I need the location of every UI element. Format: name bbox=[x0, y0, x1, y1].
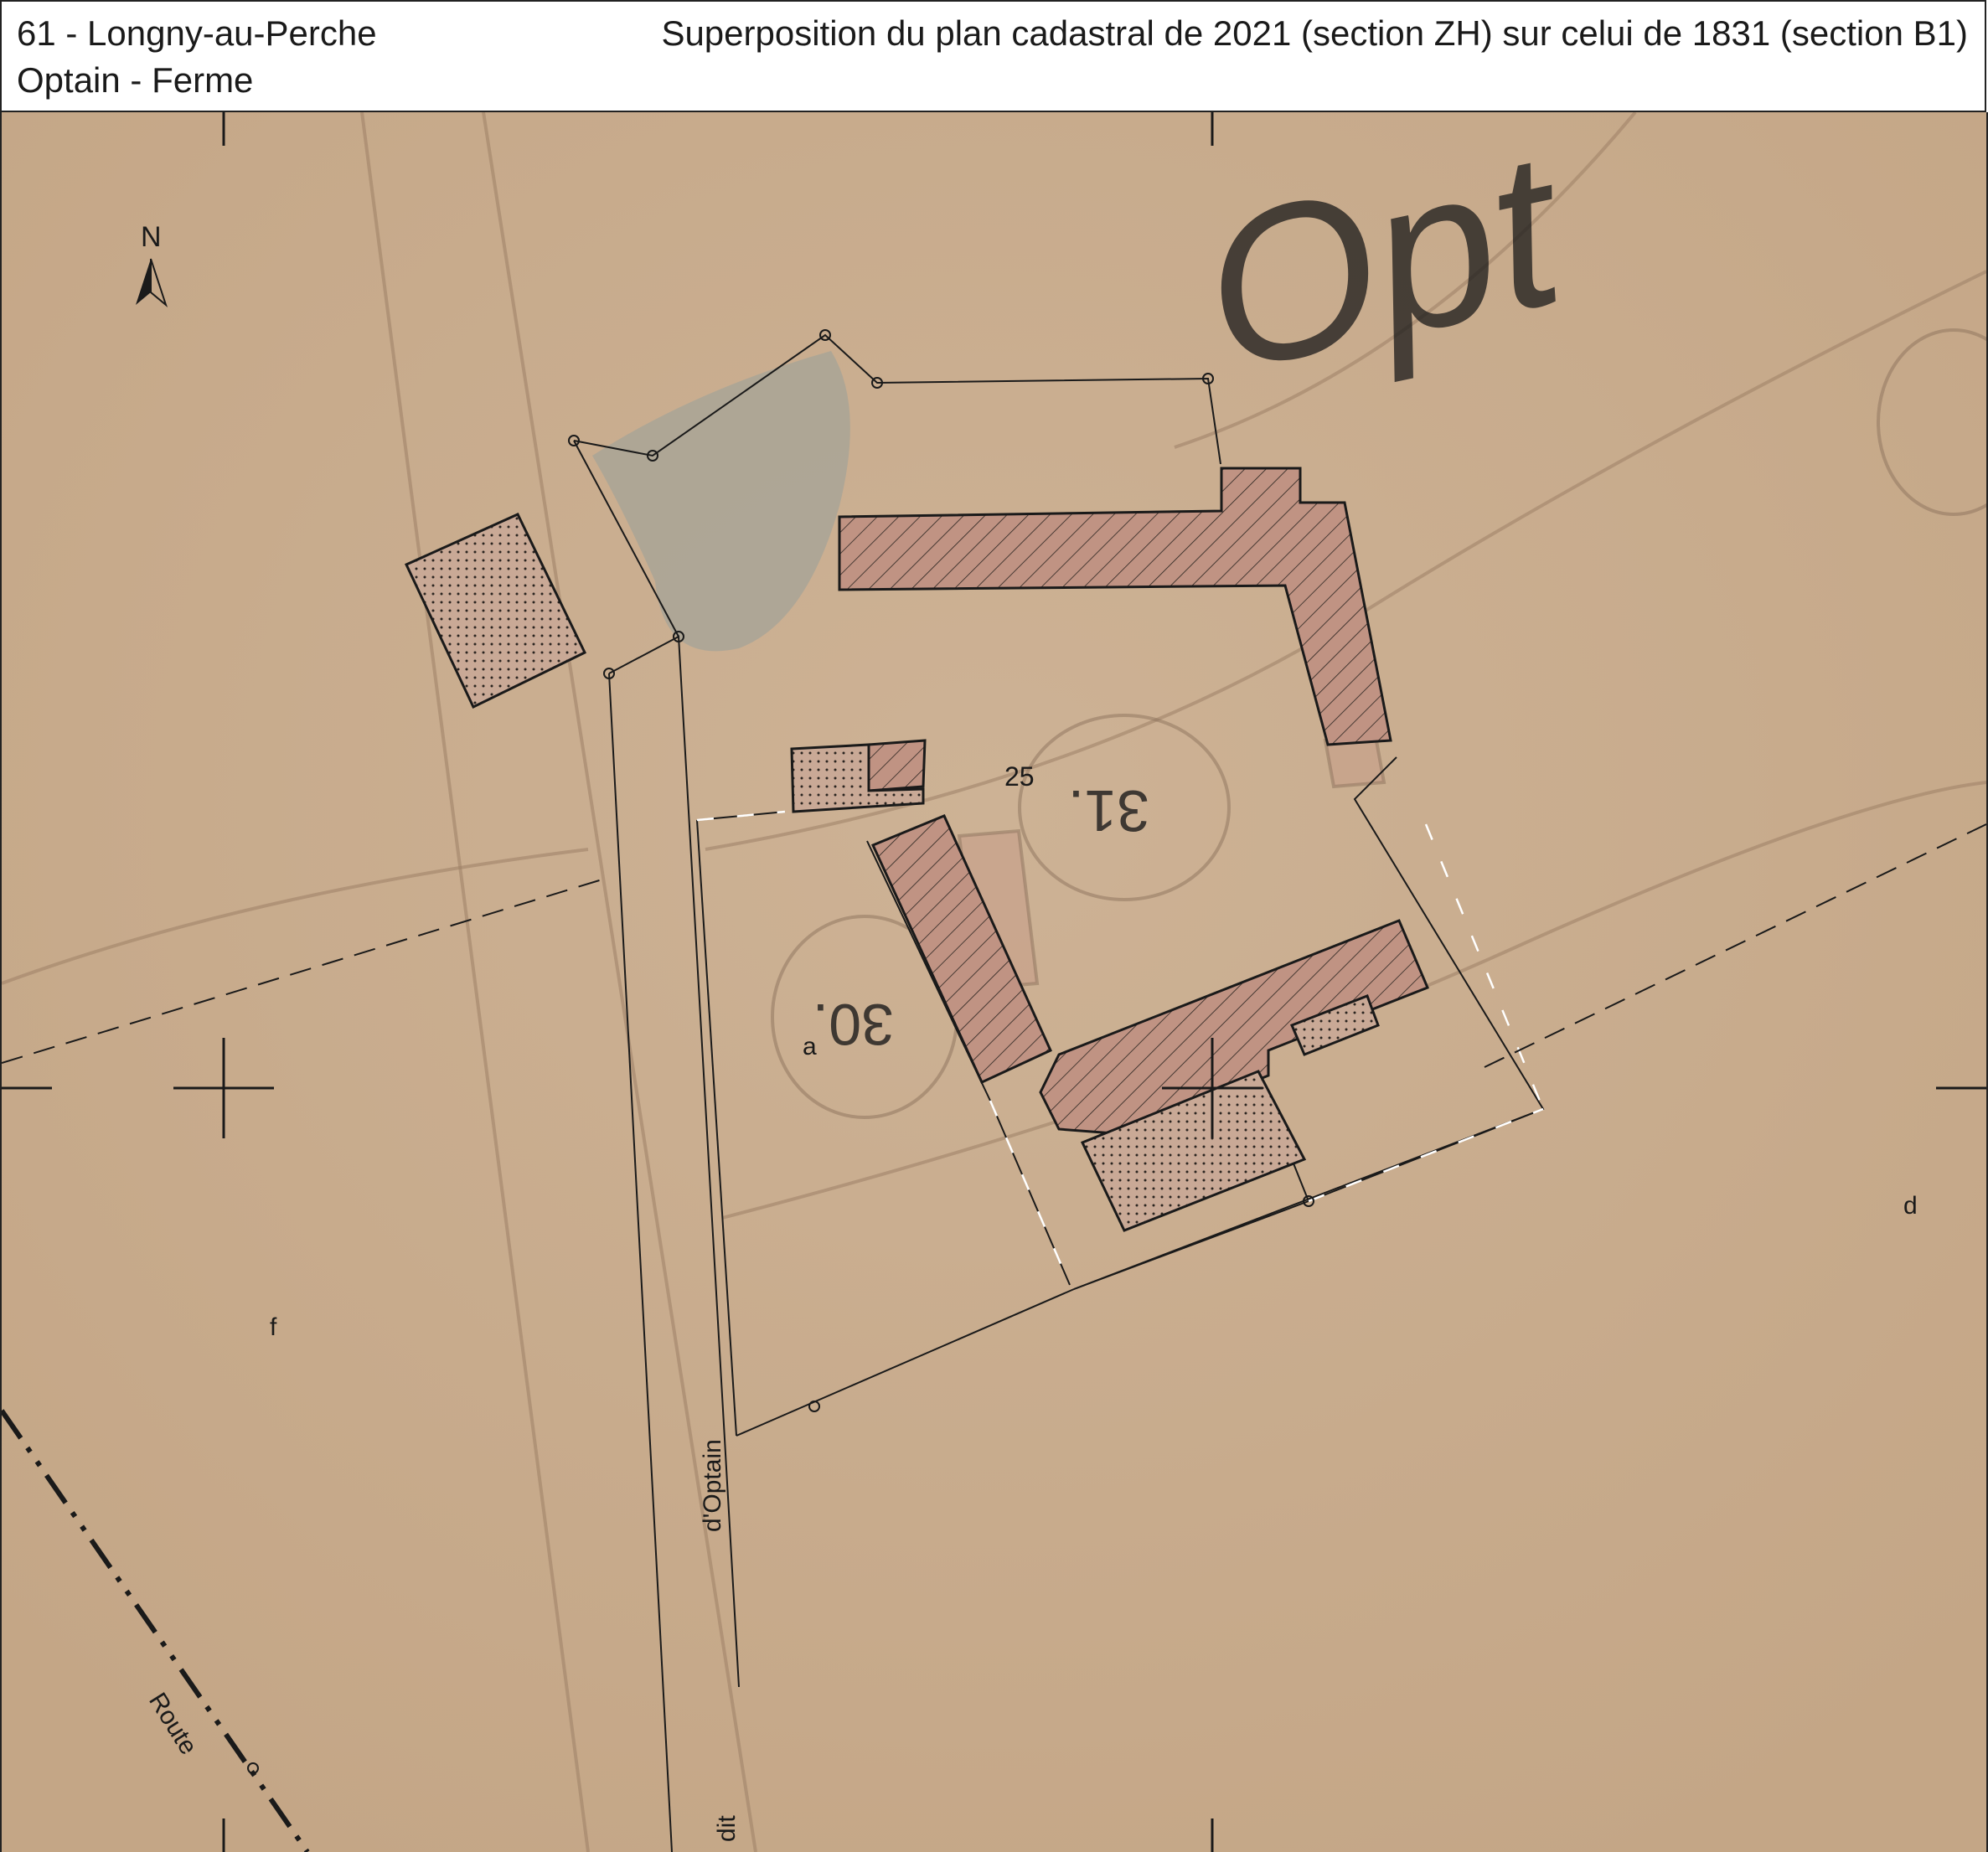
map-title: Superposition du plan cadastral de 2021 … bbox=[661, 13, 1968, 53]
place-label: Optain - Ferme bbox=[17, 60, 254, 100]
parcel-letter-a: a bbox=[803, 1033, 817, 1060]
parcel-letter-f: f bbox=[270, 1313, 277, 1341]
old-plan-number-30: 30. bbox=[813, 992, 894, 1057]
road-label-optain: d'Optain bbox=[699, 1439, 726, 1532]
parcel-number-25: 25 bbox=[1004, 761, 1035, 792]
north-arrow-label: N bbox=[141, 221, 162, 253]
old-plan-number-31: 31. bbox=[1068, 778, 1149, 843]
cadastral-map[interactable]: Opt 31. 30. N 25 a d f d'Optain dit Rout… bbox=[0, 112, 1988, 1852]
map-sheet: 61 - Longny-au-Perche Optain - Ferme Sup… bbox=[0, 0, 1988, 1852]
building-small-shed bbox=[867, 739, 927, 792]
parcel-letter-d: d bbox=[1903, 1192, 1918, 1220]
title-block: 61 - Longny-au-Perche Optain - Ferme Sup… bbox=[0, 0, 1986, 112]
commune-label: 61 - Longny-au-Perche bbox=[17, 13, 377, 53]
road-label-dit: dit bbox=[713, 1815, 741, 1842]
